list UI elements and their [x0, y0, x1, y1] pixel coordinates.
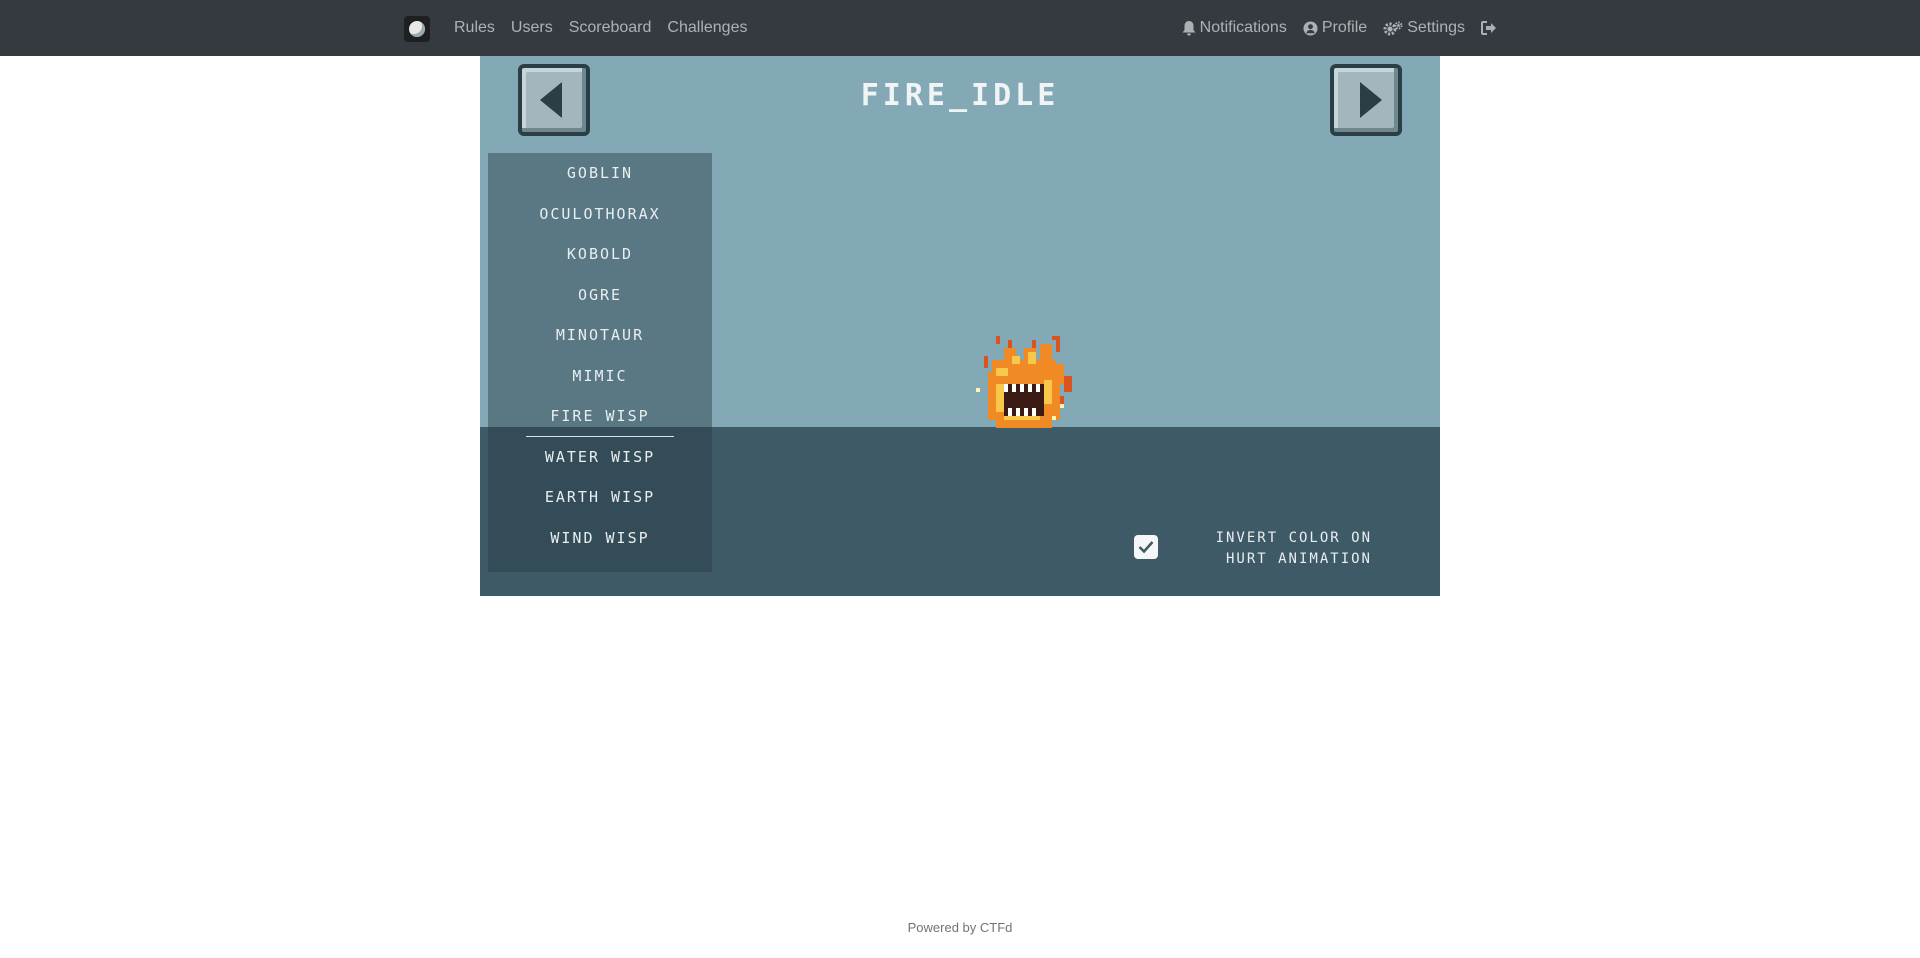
- invert-color-label: INVERT COLOR ON HURT ANIMATION: [1180, 528, 1372, 570]
- monster-item-water-wisp[interactable]: WATER WISP: [488, 437, 712, 478]
- ctf-logo-icon[interactable]: [404, 16, 430, 42]
- nav-settings-link[interactable]: Settings: [1375, 19, 1473, 37]
- bell-icon: [1182, 20, 1196, 36]
- user-circle-icon: [1303, 20, 1318, 36]
- monster-item-wind-wisp[interactable]: WIND WISP: [488, 518, 712, 559]
- animation-title: FIRE_IDLE: [860, 78, 1060, 113]
- monster-item-ogre[interactable]: OGRE: [488, 275, 712, 316]
- nav-profile-link[interactable]: Profile: [1295, 19, 1375, 37]
- nav-right: Notifications Profile Settings: [1174, 0, 1505, 56]
- monster-item-earth-wisp[interactable]: EARTH WISP: [488, 477, 712, 518]
- arrow-right-icon: [1360, 82, 1382, 118]
- monster-item-kobold[interactable]: KOBOLD: [488, 234, 712, 275]
- nav-left: Rules Users Scoreboard Challenges: [446, 0, 755, 56]
- invert-color-checkbox[interactable]: [1134, 535, 1158, 559]
- fire-wisp-sprite: [976, 336, 1072, 428]
- checkmark-icon: [1138, 541, 1154, 554]
- nav-rules-link[interactable]: Rules: [446, 19, 503, 37]
- settings-label: Settings: [1407, 19, 1465, 36]
- powered-by-link[interactable]: Powered by CTFd: [908, 920, 1013, 935]
- invert-label-line2: HURT ANIMATION: [1225, 551, 1372, 567]
- monster-list: GOBLIN OCULOTHORAX KOBOLD OGRE MINOTAUR …: [488, 153, 712, 572]
- nav-challenges-link[interactable]: Challenges: [659, 19, 755, 37]
- next-animation-button[interactable]: [1330, 64, 1402, 136]
- monster-viewer-game[interactable]: FIRE_IDLE GOBLIN OCULOTHORAX KOBOLD OGRE…: [480, 56, 1440, 596]
- monster-item-oculothorax[interactable]: OCULOTHORAX: [488, 194, 712, 235]
- nav-notifications-link[interactable]: Notifications: [1174, 19, 1295, 37]
- logout-link[interactable]: [1473, 21, 1505, 35]
- monster-item-mimic[interactable]: MIMIC: [488, 356, 712, 397]
- monster-item-goblin[interactable]: GOBLIN: [488, 153, 712, 194]
- sign-out-icon: [1481, 21, 1496, 35]
- nav-scoreboard-link[interactable]: Scoreboard: [561, 19, 660, 37]
- top-navbar: Rules Users Scoreboard Challenges Notifi…: [0, 0, 1920, 56]
- monster-item-minotaur[interactable]: MINOTAUR: [488, 315, 712, 356]
- notifications-label: Notifications: [1199, 19, 1287, 36]
- monster-item-fire-wisp[interactable]: FIRE WISP: [526, 396, 674, 437]
- cogs-icon: [1383, 21, 1403, 35]
- profile-label: Profile: [1321, 19, 1368, 36]
- nav-users-link[interactable]: Users: [503, 19, 561, 37]
- invert-label-line1: INVERT COLOR ON: [1215, 530, 1372, 546]
- footer: Powered by CTFd: [0, 920, 1920, 935]
